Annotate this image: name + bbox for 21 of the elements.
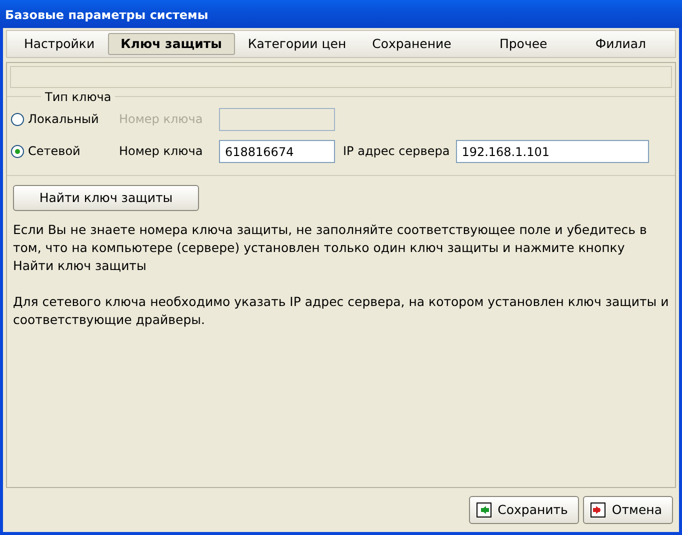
field-label: Номер ключа bbox=[119, 143, 204, 160]
field-label: Номер ключа bbox=[119, 111, 204, 128]
tab[interactable]: Сохранение bbox=[359, 33, 464, 55]
window-title: Базовые параметры системы bbox=[0, 0, 682, 28]
input-field[interactable]: 192.168.1.101 bbox=[456, 140, 649, 162]
input-field[interactable] bbox=[219, 108, 335, 130]
tab[interactable]: Прочее bbox=[486, 33, 560, 55]
paragraph: Для сетевого ключа необходимо указать IP адрес сервера, на котором установлен ключ защиты и соответствующие драйверы. bbox=[13, 293, 669, 329]
save-button[interactable]: Сохранить bbox=[468, 496, 579, 524]
tab[interactable]: Настройки bbox=[11, 33, 108, 55]
paragraph: Если Вы не знаете номера ключа защиты, не заполняйте соответствующее поле и убедитесь в том, что на компьютере (сервере) установлен только один ключ защиты и нажмите кнопку Найти ключ защиты bbox=[13, 221, 648, 275]
input-field[interactable]: 618816674 bbox=[219, 140, 335, 162]
cancel-button[interactable]: Отмена bbox=[582, 496, 673, 524]
tab[interactable]: Филиал bbox=[582, 33, 659, 55]
field-label: IP адрес сервера bbox=[343, 143, 450, 160]
tab[interactable]: Категории цен bbox=[234, 33, 360, 55]
tab[interactable]: Ключ защиты bbox=[108, 33, 235, 55]
find-key-button[interactable]: Найти ключ защиты bbox=[13, 185, 199, 211]
radio-button[interactable] bbox=[11, 144, 24, 158]
radio-label: Локальный bbox=[28, 111, 99, 128]
radio-label: Сетевой bbox=[28, 143, 80, 160]
